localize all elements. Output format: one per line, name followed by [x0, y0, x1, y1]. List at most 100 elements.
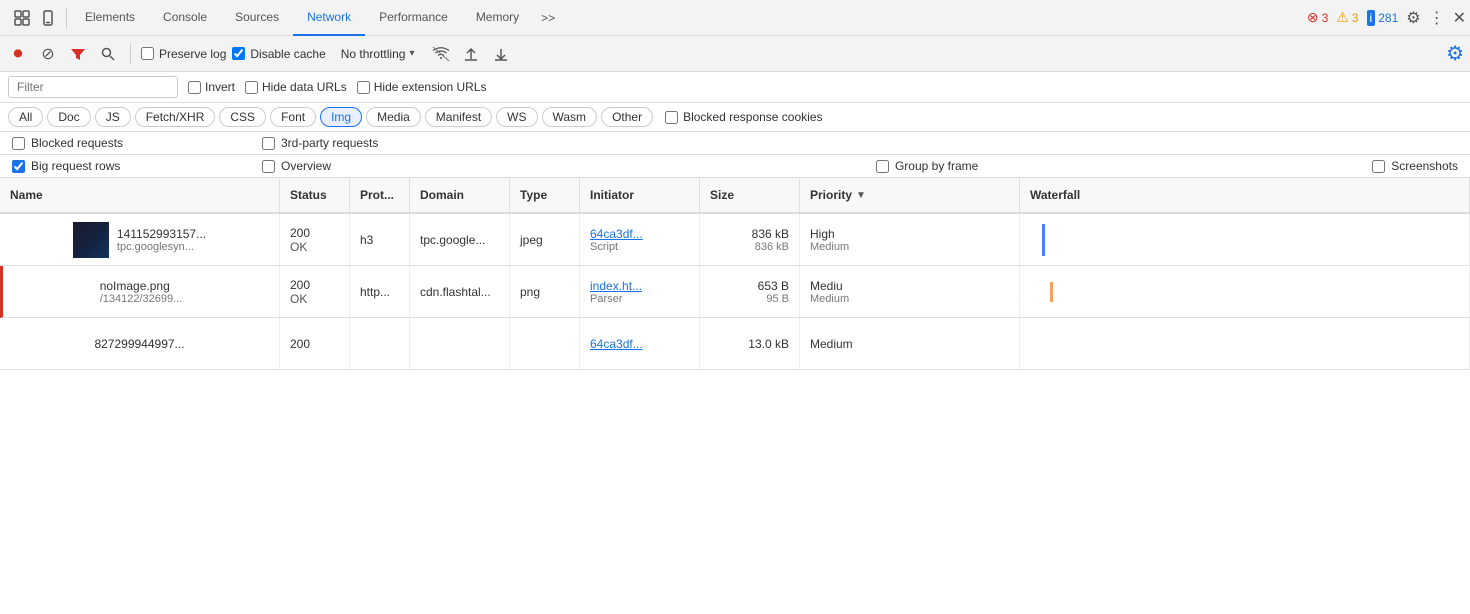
filename-2: noImage.png — [100, 279, 183, 293]
more-dots-icon[interactable]: ⋮ — [1429, 8, 1445, 28]
th-domain[interactable]: Domain — [410, 178, 510, 212]
filter-input[interactable] — [8, 76, 178, 98]
mobile-icon[interactable] — [38, 8, 58, 28]
td-type-3 — [510, 318, 580, 369]
td-domain-2: cdn.flashtal... — [410, 266, 510, 317]
close-devtools-icon[interactable]: ✕ — [1453, 8, 1466, 28]
blocked-cookies-checkbox[interactable]: Blocked response cookies — [665, 110, 822, 124]
th-priority[interactable]: Priority ▼ — [800, 178, 1020, 212]
td-status-2: 200 OK — [280, 266, 350, 317]
type-btn-css[interactable]: CSS — [219, 107, 266, 127]
big-rows-input[interactable] — [12, 160, 25, 173]
tab-performance[interactable]: Performance — [365, 0, 462, 36]
waterfall-bar-1 — [1042, 224, 1045, 256]
tab-sources[interactable]: Sources — [221, 0, 293, 36]
tab-right-controls: ⊗ 3 ⚠ 3 i 281 ⚙ ⋮ ✕ — [1307, 8, 1466, 28]
third-party-checkbox[interactable]: 3rd-party requests — [262, 136, 482, 150]
waterfall-bar-container-1 — [1030, 220, 1459, 260]
th-size[interactable]: Size — [700, 178, 800, 212]
type-btn-media[interactable]: Media — [366, 107, 421, 127]
table-row[interactable]: noImage.png /134122/32699... 200 OK http… — [0, 266, 1470, 318]
type-btn-js[interactable]: JS — [95, 107, 131, 127]
td-waterfall-2 — [1020, 266, 1470, 317]
type-btn-all[interactable]: All — [8, 107, 43, 127]
pointer-icon[interactable] — [12, 8, 32, 28]
invert-input[interactable] — [188, 81, 201, 94]
overview-input[interactable] — [262, 160, 275, 173]
preserve-log-input[interactable] — [141, 47, 154, 60]
tab-more[interactable]: >> — [533, 11, 563, 25]
preserve-log-checkbox[interactable]: Preserve log — [141, 47, 226, 61]
name-text-3: 827299944997... — [94, 337, 184, 351]
filter-row: Invert Hide data URLs Hide extension URL… — [0, 72, 1470, 103]
warning-icon: ⚠ — [1336, 9, 1349, 26]
tab-console[interactable]: Console — [149, 0, 221, 36]
wifi-icon[interactable] — [429, 42, 453, 66]
hide-data-urls-input[interactable] — [245, 81, 258, 94]
type-filter-row: All Doc JS Fetch/XHR CSS Font Img Media … — [0, 103, 1470, 132]
table-body: 141152993157... tpc.googlesyn... 200 OK … — [0, 214, 1470, 370]
filename-3: 827299944997... — [94, 337, 184, 351]
td-waterfall-1 — [1020, 214, 1470, 265]
type-btn-other[interactable]: Other — [601, 107, 653, 127]
upload-icon[interactable] — [459, 42, 483, 66]
table-row[interactable]: 141152993157... tpc.googlesyn... 200 OK … — [0, 214, 1470, 266]
type-btn-fetchxhr[interactable]: Fetch/XHR — [135, 107, 216, 127]
th-protocol[interactable]: Prot... — [350, 178, 410, 212]
td-initiator-1: 64ca3df... Script — [580, 214, 700, 265]
overview-checkbox[interactable]: Overview — [262, 159, 482, 173]
td-protocol-1: h3 — [350, 214, 410, 265]
clear-button[interactable]: ⊘ — [36, 42, 60, 66]
td-protocol-2: http... — [350, 266, 410, 317]
waterfall-bar-2 — [1050, 282, 1053, 302]
big-rows-checkbox[interactable]: Big request rows — [12, 159, 232, 173]
tab-memory[interactable]: Memory — [462, 0, 533, 36]
type-btn-doc[interactable]: Doc — [47, 107, 90, 127]
group-by-frame-checkbox[interactable]: Group by frame — [876, 159, 978, 173]
group-by-frame-input[interactable] — [876, 160, 889, 173]
tab-network[interactable]: Network — [293, 0, 365, 36]
type-btn-img[interactable]: Img — [320, 107, 362, 127]
error-circle-icon: ⊗ — [1307, 9, 1319, 26]
filename-1: 141152993157... — [117, 227, 206, 241]
th-status[interactable]: Status — [280, 178, 350, 212]
third-party-input[interactable] — [262, 137, 275, 150]
type-btn-ws[interactable]: WS — [496, 107, 537, 127]
invert-checkbox[interactable]: Invert — [188, 80, 235, 94]
th-name[interactable]: Name — [0, 178, 280, 212]
th-waterfall[interactable]: Waterfall — [1020, 178, 1470, 212]
filepath-2: /134122/32699... — [100, 293, 183, 305]
blocked-requests-checkbox[interactable]: Blocked requests — [12, 136, 232, 150]
error-badge-blue: i 281 — [1367, 10, 1399, 26]
hide-extension-urls-input[interactable] — [357, 81, 370, 94]
blocked-cookies-input[interactable] — [665, 111, 678, 124]
th-initiator[interactable]: Initiator — [580, 178, 700, 212]
search-icon[interactable] — [96, 42, 120, 66]
type-btn-wasm[interactable]: Wasm — [542, 107, 598, 127]
stop-recording-button[interactable]: ⏺ — [6, 42, 30, 66]
screenshots-input[interactable] — [1372, 160, 1385, 173]
disable-cache-checkbox[interactable]: Disable cache — [232, 47, 325, 61]
priority-sort-icon: ▼ — [856, 190, 866, 201]
filepath-1: tpc.googlesyn... — [117, 241, 206, 253]
settings-gear-icon[interactable]: ⚙ — [1406, 8, 1420, 28]
table-row[interactable]: 827299944997... 200 64ca3df... 13.0 kB M… — [0, 318, 1470, 370]
devtools-icons — [4, 8, 67, 28]
download-icon[interactable] — [489, 42, 513, 66]
td-name-2: noImage.png /134122/32699... — [3, 266, 280, 317]
td-priority-1: High Medium — [800, 214, 1020, 265]
screenshots-checkbox[interactable]: Screenshots — [1372, 159, 1458, 173]
waterfall-bar-container-2 — [1030, 272, 1459, 312]
td-size-1: 836 kB 836 kB — [700, 214, 800, 265]
type-btn-font[interactable]: Font — [270, 107, 316, 127]
network-settings-icon[interactable]: ⚙ — [1446, 41, 1464, 66]
th-type[interactable]: Type — [510, 178, 580, 212]
type-btn-manifest[interactable]: Manifest — [425, 107, 492, 127]
throttle-select[interactable]: No throttling ▾ — [332, 44, 424, 64]
hide-extension-urls-checkbox[interactable]: Hide extension URLs — [357, 80, 487, 94]
blocked-requests-input[interactable] — [12, 137, 25, 150]
filter-icon[interactable] — [66, 42, 90, 66]
disable-cache-input[interactable] — [232, 47, 245, 60]
tab-elements[interactable]: Elements — [71, 0, 149, 36]
hide-data-urls-checkbox[interactable]: Hide data URLs — [245, 80, 347, 94]
